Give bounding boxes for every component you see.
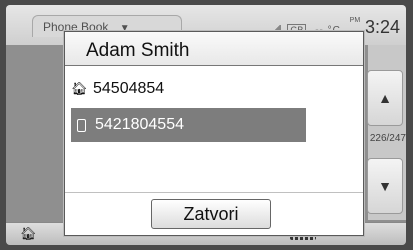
home-button[interactable]: 🏠︎ (20, 226, 37, 242)
dialog-footer: Zatvori (65, 192, 363, 235)
clock-time: 3:24 (364, 17, 400, 37)
scroll-panel: ▲ 226/247 ▼ (367, 45, 406, 220)
home-icon: 🏠︎ (20, 226, 37, 241)
mobile-phone-icon (77, 118, 86, 132)
phone-number-row-home[interactable]: 🏠︎ 54504854 (71, 72, 306, 106)
scroll-down-button[interactable]: ▼ (367, 158, 403, 214)
phone-number-row-mobile[interactable]: 5421804554 (71, 108, 306, 142)
am-pm-label: PM (349, 17, 361, 24)
dialog-title: Adam Smith (65, 32, 363, 66)
phone-number: 54504854 (93, 80, 165, 97)
home-icon: 🏠︎ (71, 81, 88, 96)
arrow-down-icon: ▼ (378, 178, 392, 194)
scroll-up-button[interactable]: ▲ (367, 70, 403, 126)
close-button[interactable]: Zatvori (151, 199, 271, 229)
page-counter: 226/247 (369, 133, 406, 144)
contact-dialog: Adam Smith 🏠︎ 54504854 5421804554 Zatvor… (64, 31, 364, 236)
phone-number: 5421804554 (95, 116, 184, 133)
arrow-up-icon: ▲ (378, 90, 392, 106)
head-unit-screen: Phone Book ▼ GB -- °C PM 3:24 ▲ 226/247 … (6, 5, 406, 245)
